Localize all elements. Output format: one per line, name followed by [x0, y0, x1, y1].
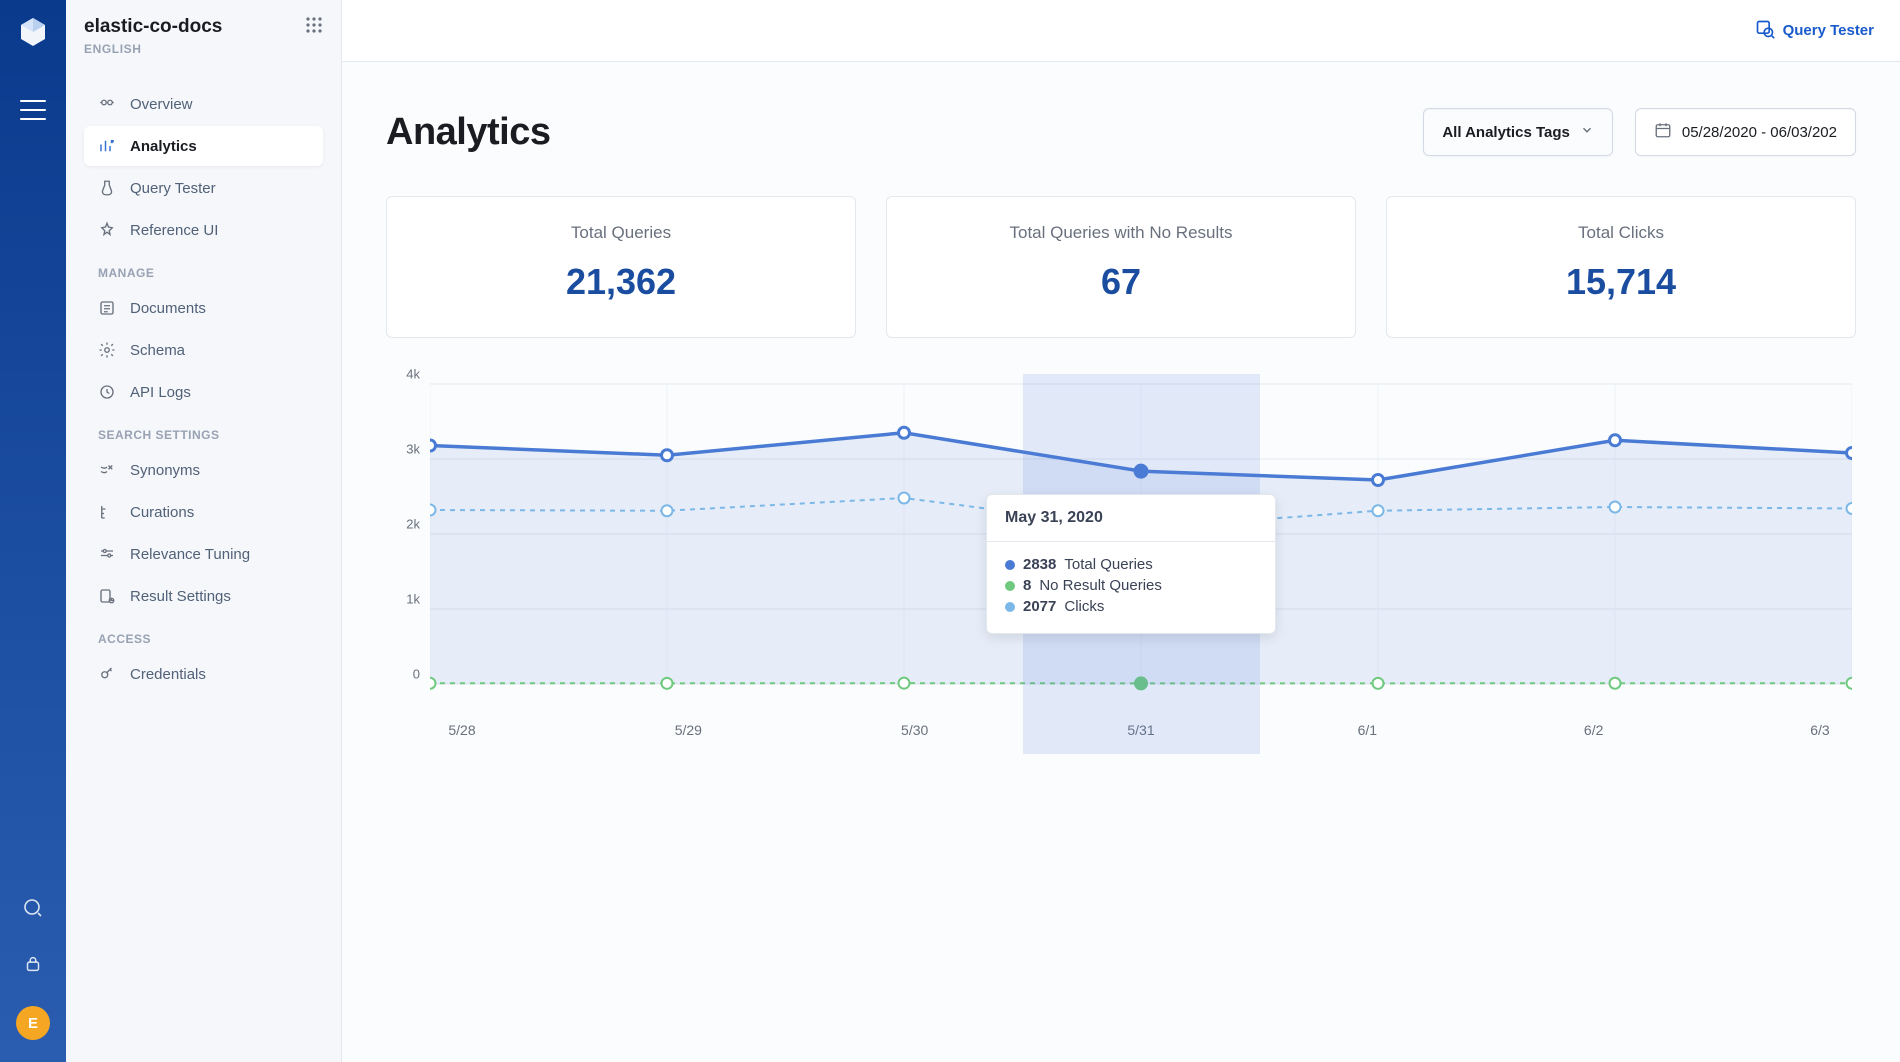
sidebar-item-relevance-tuning[interactable]: Relevance Tuning [84, 534, 323, 574]
sidebar-item-curations[interactable]: Curations [84, 492, 323, 532]
user-avatar[interactable]: E [16, 1006, 50, 1040]
query-tester-label: Query Tester [1783, 22, 1874, 39]
tooltip-row: 2077 Clicks [1005, 598, 1257, 615]
sidebar-item-reference-ui[interactable]: Reference UI [84, 210, 323, 250]
sidebar-item-label: Credentials [130, 666, 206, 683]
sidebar-item-schema[interactable]: Schema [84, 330, 323, 370]
chevron-down-icon [1580, 123, 1594, 141]
sidebar-item-label: Query Tester [130, 180, 216, 197]
sidebar: elastic-co-docs ENGLISH Overview Analytic… [66, 0, 342, 1062]
chart-y-tick: 2k [406, 517, 420, 532]
engine-name: elastic-co-docs [84, 16, 222, 38]
sidebar-item-documents[interactable]: Documents [84, 288, 323, 328]
sidebar-item-icon [98, 461, 116, 479]
chart-y-tick: 4k [406, 367, 420, 382]
sidebar-item-label: Curations [130, 504, 194, 521]
sidebar-item-icon [98, 587, 116, 605]
metric-value: 15,714 [1407, 261, 1835, 303]
product-logo-icon [15, 14, 51, 50]
tooltip-value: 8 [1023, 577, 1031, 594]
chart-x-tick: 6/2 [1564, 722, 1624, 738]
tags-filter-label: All Analytics Tags [1442, 124, 1570, 141]
chart-x-tick: 5/30 [885, 722, 945, 738]
main-content: Query Tester Analytics All Analytics Tag… [342, 0, 1900, 1062]
hamburger-menu-icon[interactable] [20, 100, 46, 120]
tooltip-dot-icon [1005, 560, 1015, 570]
date-range-label: 05/28/2020 - 06/03/202 [1682, 124, 1837, 141]
sidebar-section-label: ACCESS [84, 618, 323, 654]
sidebar-item-overview[interactable]: Overview [84, 84, 323, 124]
sidebar-item-icon [98, 383, 116, 401]
tooltip-dot-icon [1005, 602, 1015, 612]
chart-x-tick: 6/1 [1337, 722, 1397, 738]
chart-y-tick: 1k [406, 592, 420, 607]
analytics-chart: 01k2k3k4k 5/285/295/305/316/16/26/3 May … [430, 374, 1852, 738]
tooltip-value: 2077 [1023, 598, 1056, 615]
tooltip-row: 8 No Result Queries [1005, 577, 1257, 594]
sidebar-item-analytics[interactable]: Analytics [84, 126, 323, 166]
query-tester-icon [1755, 19, 1775, 43]
apps-grid-icon[interactable] [305, 16, 323, 39]
sidebar-item-credentials[interactable]: Credentials [84, 654, 323, 694]
metric-card[interactable]: Total Queries 21,362 [386, 196, 856, 338]
sidebar-section-label: SEARCH SETTINGS [84, 414, 323, 450]
calendar-icon [1654, 121, 1672, 143]
sidebar-item-result-settings[interactable]: Result Settings [84, 576, 323, 616]
sidebar-item-icon [98, 665, 116, 683]
sidebar-item-api-logs[interactable]: API Logs [84, 372, 323, 412]
sidebar-item-query-tester[interactable]: Query Tester [84, 168, 323, 208]
sidebar-item-icon [98, 95, 116, 113]
sidebar-item-icon [98, 299, 116, 317]
engine-language: ENGLISH [84, 42, 222, 56]
chart-tooltip: May 31, 2020 2838 Total Queries 8 No Resu… [986, 494, 1276, 634]
tooltip-dot-icon [1005, 581, 1015, 591]
metric-value: 67 [907, 261, 1335, 303]
page-title: Analytics [386, 111, 550, 154]
tooltip-row: 2838 Total Queries [1005, 556, 1257, 573]
chart-x-tick: 5/29 [658, 722, 718, 738]
metric-label: Total Clicks [1407, 223, 1835, 243]
tooltip-date: May 31, 2020 [987, 495, 1275, 542]
sidebar-item-label: API Logs [130, 384, 191, 401]
sidebar-item-icon [98, 503, 116, 521]
date-range-button[interactable]: 05/28/2020 - 06/03/202 [1635, 108, 1856, 156]
metric-card[interactable]: Total Queries with No Results 67 [886, 196, 1356, 338]
chart-x-tick: 6/3 [1790, 722, 1850, 738]
sidebar-item-label: Overview [130, 96, 193, 113]
tooltip-label: Total Queries [1064, 556, 1152, 573]
shield-lock-icon[interactable] [19, 950, 47, 978]
tooltip-value: 2838 [1023, 556, 1056, 573]
nav-rail: E [0, 0, 66, 1062]
topbar: Query Tester [342, 0, 1900, 62]
chart-y-tick: 3k [406, 442, 420, 457]
metric-label: Total Queries with No Results [907, 223, 1335, 243]
sidebar-item-label: Schema [130, 342, 185, 359]
sidebar-item-synonyms[interactable]: Synonyms [84, 450, 323, 490]
sidebar-item-icon [98, 179, 116, 197]
sidebar-item-label: Analytics [130, 138, 197, 155]
search-chat-icon[interactable] [19, 894, 47, 922]
sidebar-item-label: Reference UI [130, 222, 218, 239]
chart-y-tick: 0 [413, 667, 420, 682]
sidebar-item-label: Documents [130, 300, 206, 317]
sidebar-item-label: Synonyms [130, 462, 200, 479]
sidebar-item-icon [98, 545, 116, 563]
sidebar-item-icon [98, 137, 116, 155]
chart-x-tick: 5/28 [432, 722, 492, 738]
metric-value: 21,362 [407, 261, 835, 303]
sidebar-item-label: Relevance Tuning [130, 546, 250, 563]
tooltip-label: Clicks [1064, 598, 1104, 615]
chart-x-tick: 5/31 [1111, 722, 1171, 738]
sidebar-item-icon [98, 341, 116, 359]
tags-filter-button[interactable]: All Analytics Tags [1423, 108, 1613, 156]
sidebar-item-icon [98, 221, 116, 239]
metric-label: Total Queries [407, 223, 835, 243]
query-tester-link[interactable]: Query Tester [1755, 19, 1874, 43]
sidebar-section-label: MANAGE [84, 252, 323, 288]
sidebar-item-label: Result Settings [130, 588, 231, 605]
tooltip-label: No Result Queries [1039, 577, 1162, 594]
metric-card[interactable]: Total Clicks 15,714 [1386, 196, 1856, 338]
